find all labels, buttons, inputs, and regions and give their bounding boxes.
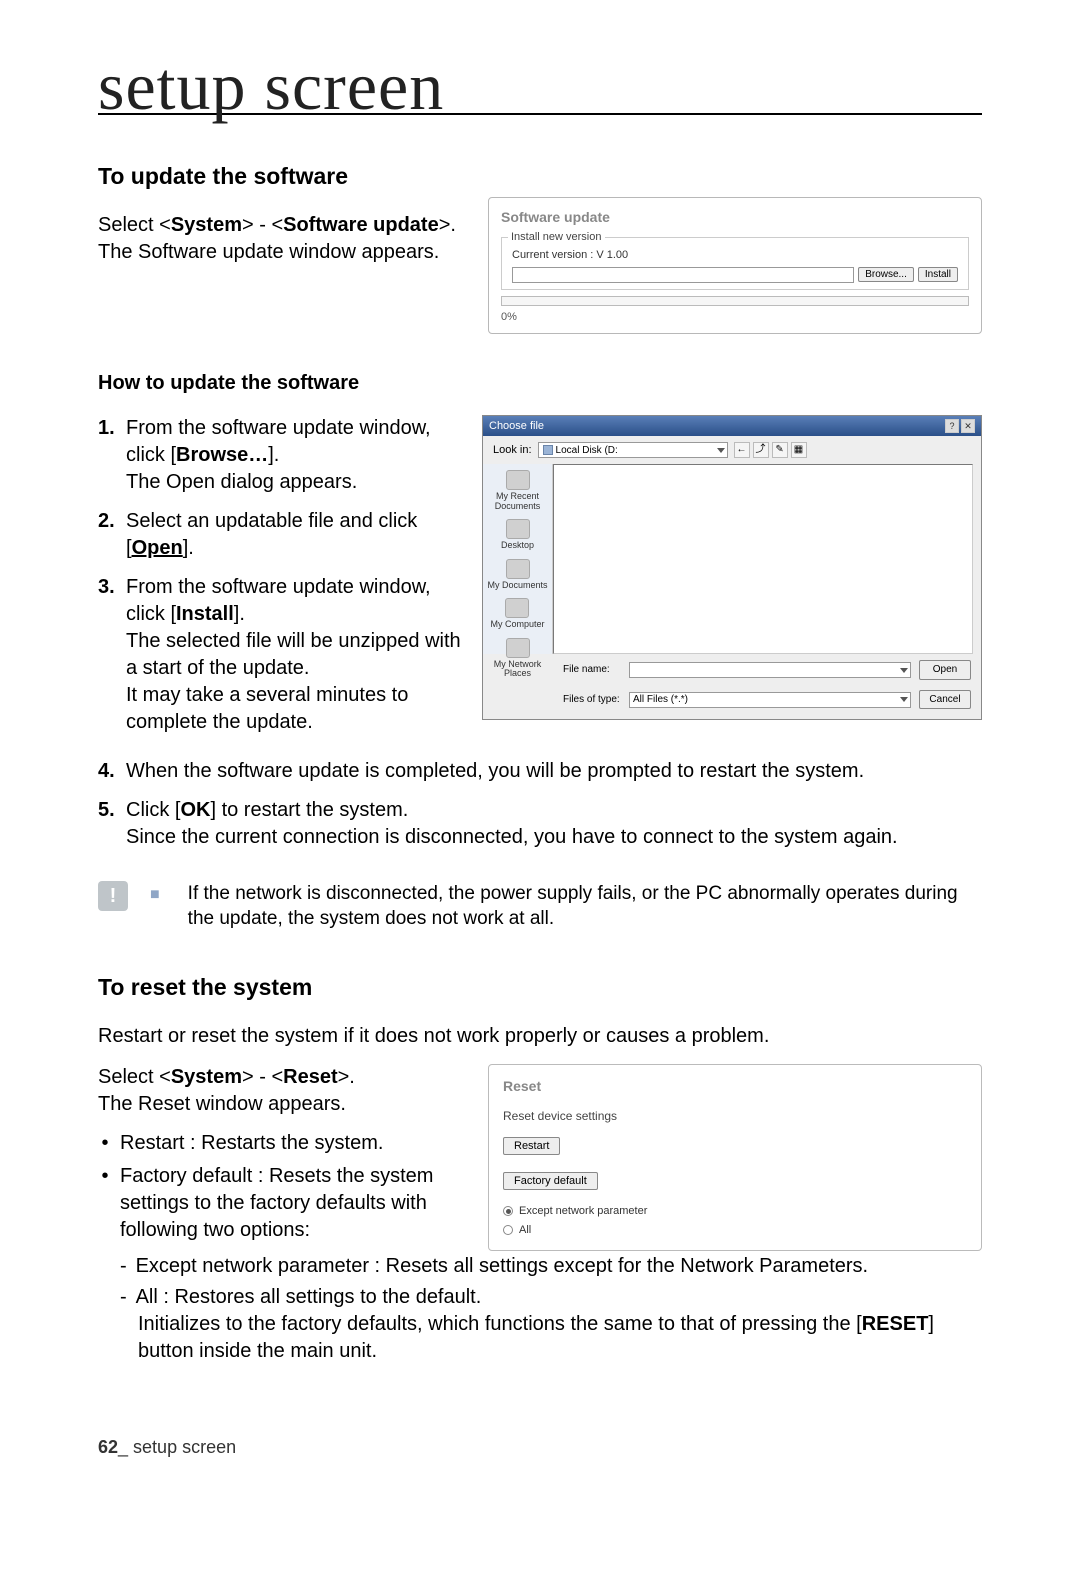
- software-update-title: Software update: [501, 208, 969, 227]
- step-2: Select an updatable file and click [Open…: [126, 508, 468, 562]
- back-icon[interactable]: ←: [734, 442, 750, 458]
- chevron-down-icon: [900, 668, 908, 673]
- caution-text: If the network is disconnected, the powe…: [188, 881, 982, 932]
- restart-button[interactable]: Restart: [503, 1137, 560, 1155]
- places-network[interactable]: My Network Places: [483, 638, 552, 679]
- bullet-factory: Factory default : Resets the system sett…: [120, 1163, 468, 1244]
- lookin-label: Look in:: [493, 443, 532, 458]
- radio-icon: [503, 1225, 513, 1235]
- firmware-path-input[interactable]: [512, 267, 854, 283]
- section-heading-reset: To reset the system: [98, 972, 982, 1003]
- intro-line-2: The Software update window appears.: [98, 239, 468, 266]
- reset-device-settings-label: Reset device settings: [503, 1108, 967, 1124]
- file-list-area[interactable]: [553, 464, 973, 654]
- places-desktop[interactable]: Desktop: [501, 519, 534, 550]
- bullet-icon: ■: [150, 884, 160, 906]
- sub-all: - All : Restores all settings to the def…: [120, 1284, 982, 1311]
- places-recent[interactable]: My Recent Documents: [483, 470, 552, 511]
- open-button[interactable]: Open: [919, 660, 971, 680]
- help-icon[interactable]: ?: [945, 419, 959, 433]
- radio-icon: [503, 1206, 513, 1216]
- filename-label: File name:: [563, 663, 623, 677]
- sub-all-detail: Initializes to the factory defaults, whi…: [120, 1311, 982, 1365]
- step-1: From the software update window, click […: [126, 415, 468, 496]
- documents-icon: [506, 559, 530, 579]
- chevron-down-icon: [717, 448, 725, 453]
- section-heading-update: To update the software: [98, 161, 468, 192]
- reset-panel-title: Reset: [503, 1077, 967, 1096]
- places-bar: My Recent Documents Desktop My Documents…: [483, 464, 553, 654]
- install-new-version-legend: Install new version: [508, 230, 605, 245]
- close-icon[interactable]: ✕: [961, 419, 975, 433]
- reset-window-appears: The Reset window appears.: [98, 1091, 468, 1118]
- chapter-title: setup screen: [98, 60, 982, 115]
- reset-panel: Reset Reset device settings Restart Fact…: [488, 1064, 982, 1251]
- up-folder-icon[interactable]: ⤴: [753, 442, 769, 458]
- recent-icon: [506, 470, 530, 490]
- reset-intro: Restart or reset the system if it does n…: [98, 1023, 982, 1050]
- chevron-down-icon: [900, 697, 908, 702]
- drive-icon: [543, 445, 553, 455]
- filetypes-label: Files of type:: [563, 693, 623, 707]
- page-number: 62: [98, 1437, 118, 1457]
- install-button[interactable]: Install: [918, 267, 958, 282]
- choose-file-dialog: Choose file ? ✕ Look in: Local Disk (D: …: [482, 415, 982, 721]
- step-4: When the software update is completed, y…: [126, 758, 982, 785]
- radio-all[interactable]: All: [503, 1223, 967, 1238]
- sub-except-network: - Except network parameter : Resets all …: [120, 1253, 982, 1280]
- choose-file-title: Choose file: [489, 419, 544, 434]
- desktop-icon: [506, 519, 530, 539]
- reset-select-line: Select <System> - <Reset>.: [98, 1064, 468, 1091]
- radio-except-network[interactable]: Except network parameter: [503, 1204, 967, 1219]
- network-icon: [506, 638, 530, 658]
- caution-icon: !: [98, 881, 128, 911]
- update-progress-bar: [501, 296, 969, 306]
- step-5: Click [OK] to restart the system. Since …: [126, 797, 982, 851]
- step-3: From the software update window, click […: [126, 574, 468, 736]
- factory-default-button[interactable]: Factory default: [503, 1172, 598, 1190]
- filename-input[interactable]: [629, 662, 911, 678]
- places-mydocs[interactable]: My Documents: [487, 559, 547, 590]
- current-version-text: Current version : V 1.00: [512, 248, 958, 263]
- cancel-button[interactable]: Cancel: [919, 690, 971, 710]
- intro-line-1: Select <System> - <Software update>.: [98, 212, 468, 239]
- places-mycomputer[interactable]: My Computer: [490, 598, 544, 629]
- page-footer: 62_ setup screen: [98, 1435, 982, 1459]
- views-icon[interactable]: ▦: [791, 442, 807, 458]
- update-progress-percent: 0%: [501, 310, 969, 325]
- filetypes-dropdown[interactable]: All Files (*.*): [629, 692, 911, 708]
- software-update-panel: Software update Install new version Curr…: [488, 197, 982, 334]
- computer-icon: [505, 598, 529, 618]
- lookin-dropdown[interactable]: Local Disk (D:: [538, 442, 728, 458]
- bullet-restart: Restart : Restarts the system.: [120, 1130, 383, 1157]
- new-folder-icon[interactable]: ✎: [772, 442, 788, 458]
- browse-button[interactable]: Browse...: [858, 267, 914, 282]
- howto-heading: How to update the software: [98, 370, 982, 397]
